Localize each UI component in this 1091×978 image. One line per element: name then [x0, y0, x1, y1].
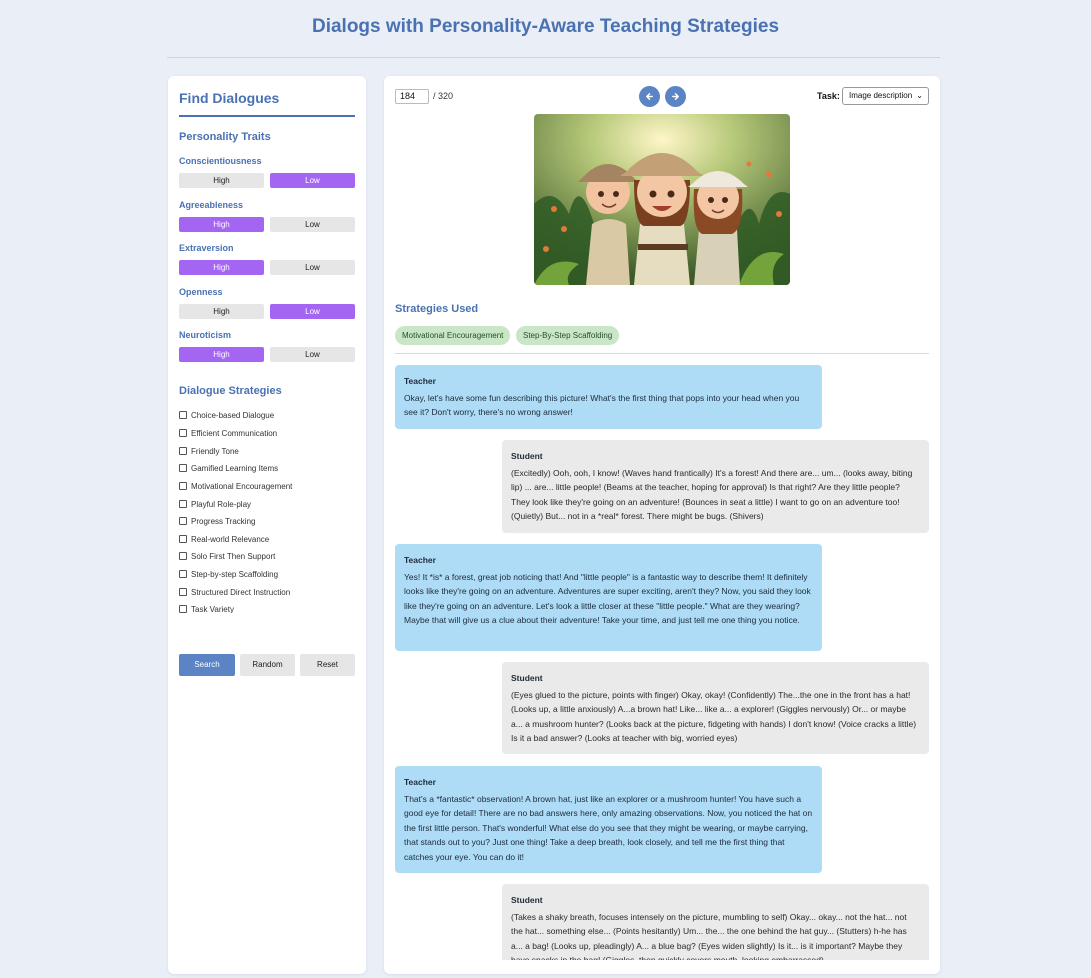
- title-divider: [167, 57, 940, 58]
- strategy-option-label: Structured Direct Instruction: [191, 587, 291, 597]
- task-select-value: Image description: [849, 91, 913, 100]
- strategies-used-heading: Strategies Used: [395, 303, 479, 315]
- task-label: Task:: [817, 91, 840, 101]
- speaker-name: Student: [511, 451, 543, 461]
- strategy-option[interactable]: Progress Tracking: [179, 514, 255, 528]
- sidebar-title-underline: [179, 115, 355, 117]
- strategies-divider: [395, 353, 929, 354]
- strategy-option-label: Progress Tracking: [191, 516, 256, 526]
- checkbox[interactable]: [179, 429, 187, 437]
- checkbox[interactable]: [179, 535, 187, 543]
- strategy-option[interactable]: Gamified Learning Items: [179, 461, 278, 475]
- arrow-left-icon: [646, 93, 653, 100]
- message-text: (Takes a shaky breath, focuses intensely…: [511, 911, 907, 960]
- agreeableness-low-button[interactable]: Low: [270, 217, 355, 232]
- speaker-name: Teacher: [404, 777, 436, 787]
- strategy-option[interactable]: Motivational Encouragement: [179, 479, 292, 493]
- message-text: (Excitedly) Ooh, ooh, I know! (Waves han…: [511, 467, 913, 522]
- strategy-checkbox-list[interactable]: Choice-based Dialogue Efficient Communic…: [168, 405, 366, 613]
- strategy-option-label: Efficient Communication: [191, 428, 278, 438]
- trait-label-conscientiousness: Conscientiousness: [179, 156, 262, 166]
- neuroticism-high-button[interactable]: High: [179, 347, 264, 362]
- speaker-name: Student: [511, 895, 543, 905]
- arrow-right-icon: [672, 93, 679, 100]
- next-dialogue-button[interactable]: [665, 86, 686, 107]
- strategy-option[interactable]: Playful Role-play: [179, 497, 251, 511]
- message-text: Yes! It *is* a forest, great job noticin…: [404, 571, 811, 626]
- teacher-message: Teacher Okay, let's have some fun descri…: [395, 365, 822, 429]
- strategy-option-label: Motivational Encouragement: [191, 481, 293, 491]
- message-text: Okay, let's have some fun describing thi…: [404, 392, 800, 418]
- checkbox[interactable]: [179, 411, 187, 419]
- checkbox[interactable]: [179, 500, 187, 508]
- teacher-message: Teacher That's a *fantastic* observation…: [395, 766, 822, 873]
- extraversion-high-button[interactable]: High: [179, 260, 264, 275]
- strategy-option[interactable]: Friendly Tone: [179, 444, 239, 458]
- neuroticism-low-button[interactable]: Low: [270, 347, 355, 362]
- strategy-option-label: Playful Role-play: [191, 499, 252, 509]
- strategy-option[interactable]: Step-by-step Scaffolding: [179, 567, 278, 581]
- openness-high-button[interactable]: High: [179, 304, 264, 319]
- student-message: Student (Takes a shaky breath, focuses i…: [502, 884, 929, 960]
- random-button[interactable]: Random: [240, 654, 295, 676]
- strategy-option-label: Step-by-step Scaffolding: [191, 569, 279, 579]
- strategy-option-label: Task Variety: [191, 604, 234, 614]
- student-message: Student (Excitedly) Ooh, ooh, I know! (W…: [502, 440, 929, 533]
- checkbox[interactable]: [179, 552, 187, 560]
- strategy-option-label: Gamified Learning Items: [191, 463, 279, 473]
- checkbox[interactable]: [179, 482, 187, 490]
- strategy-tag: Motivational Encouragement: [395, 326, 511, 345]
- personality-traits-heading: Personality Traits: [179, 131, 271, 143]
- student-message: Student (Eyes glued to the picture, poin…: [502, 662, 929, 754]
- search-button[interactable]: Search: [179, 654, 235, 676]
- strategy-option[interactable]: Real-world Relevance: [179, 532, 269, 546]
- speaker-name: Teacher: [404, 376, 436, 386]
- sidebar-title: Find Dialogues: [179, 90, 280, 106]
- message-text: (Eyes glued to the picture, points with …: [511, 689, 917, 744]
- strategy-option[interactable]: Choice-based Dialogue: [179, 408, 274, 422]
- page-title: Dialogs with Personality-Aware Teaching …: [311, 16, 780, 37]
- checkbox[interactable]: [179, 588, 187, 596]
- strategy-option[interactable]: Task Variety: [179, 602, 234, 613]
- conscientiousness-high-button[interactable]: High: [179, 173, 264, 188]
- dialogue-total: / 320: [433, 91, 454, 101]
- speaker-name: Student: [511, 673, 543, 683]
- dialogue-strategies-heading: Dialogue Strategies: [179, 385, 282, 397]
- strategy-tag: Step-By-Step Scaffolding: [516, 326, 620, 345]
- speaker-name: Teacher: [404, 555, 436, 565]
- dialogue-index-input[interactable]: 184: [395, 89, 429, 104]
- reset-button[interactable]: Reset: [300, 654, 355, 676]
- trait-label-extraversion: Extraversion: [179, 243, 234, 253]
- checkbox[interactable]: [179, 447, 187, 455]
- trait-label-neuroticism: Neuroticism: [179, 330, 232, 340]
- strategy-option[interactable]: Solo First Then Support: [179, 549, 275, 563]
- task-select[interactable]: Image description ⌄: [842, 87, 929, 105]
- openness-low-button[interactable]: Low: [270, 304, 355, 319]
- chevron-down-icon: ⌄: [916, 91, 923, 100]
- dialogue-image: [534, 114, 790, 285]
- strategy-option-label: Real-world Relevance: [191, 534, 270, 544]
- strategy-option-label: Choice-based Dialogue: [191, 410, 275, 420]
- conscientiousness-low-button[interactable]: Low: [270, 173, 355, 188]
- checkbox[interactable]: [179, 464, 187, 472]
- strategy-option-label: Solo First Then Support: [191, 551, 276, 561]
- strategy-option[interactable]: Structured Direct Instruction: [179, 585, 290, 599]
- agreeableness-high-button[interactable]: High: [179, 217, 264, 232]
- message-text: That's a *fantastic* observation! A brow…: [404, 793, 813, 862]
- previous-dialogue-button[interactable]: [639, 86, 660, 107]
- dialogue-transcript[interactable]: Teacher Okay, let's have some fun descri…: [395, 362, 929, 960]
- trait-label-agreeableness: Agreeableness: [179, 200, 244, 210]
- trait-label-openness: Openness: [179, 287, 223, 297]
- checkbox[interactable]: [179, 605, 187, 613]
- checkbox[interactable]: [179, 517, 187, 525]
- teacher-message: Teacher Yes! It *is* a forest, great job…: [395, 544, 822, 651]
- strategy-option-label: Friendly Tone: [191, 446, 239, 456]
- extraversion-low-button[interactable]: Low: [270, 260, 355, 275]
- strategy-option[interactable]: Efficient Communication: [179, 426, 277, 440]
- checkbox[interactable]: [179, 570, 187, 578]
